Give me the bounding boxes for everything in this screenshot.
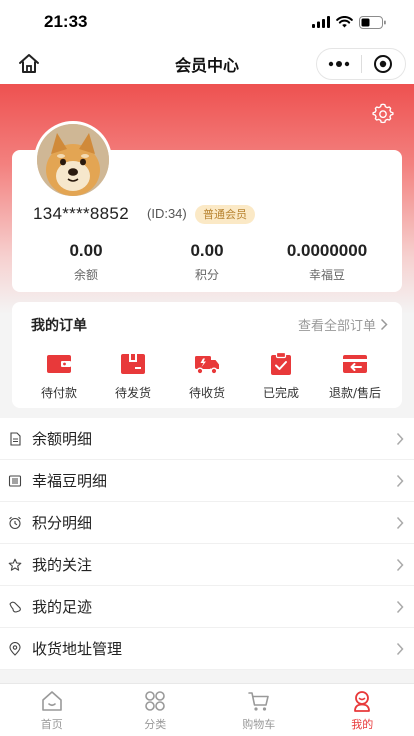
wallet-icon: [47, 355, 71, 373]
location-pin-icon: [9, 641, 21, 656]
tab-cart[interactable]: 购物车: [207, 684, 311, 736]
view-all-orders-link[interactable]: 查看全部订单: [298, 315, 388, 334]
alarm-clock-icon: [9, 516, 21, 529]
bottom-tab-bar: 首页 分类 购物车 我的: [0, 683, 414, 736]
menu-item-balance-detail[interactable]: 余额明细: [0, 418, 414, 460]
more-button[interactable]: [317, 49, 361, 79]
stat-balance[interactable]: 0.00 余额: [16, 241, 156, 283]
chevron-right-icon: [396, 642, 404, 656]
orders-title: 我的订单: [31, 318, 87, 334]
member-level-badge: 普通会员: [195, 205, 255, 224]
order-label: 退款/售后: [328, 386, 382, 400]
stat-value: 0.00: [190, 241, 224, 260]
home-icon: [41, 691, 62, 711]
menu-label: 积分明细: [32, 514, 93, 532]
dog-avatar-image: [37, 124, 109, 196]
menu-item-address-management[interactable]: 收货地址管理: [0, 628, 414, 670]
order-pending-receipt[interactable]: 待收货: [168, 352, 246, 401]
menu-label: 余额明细: [32, 430, 93, 448]
order-refund-aftersales[interactable]: 退款/售后: [316, 352, 394, 401]
stat-label: 余额: [73, 268, 98, 282]
tab-home[interactable]: 首页: [0, 684, 104, 736]
mini-program-capsule: [316, 48, 406, 80]
document-icon: [10, 431, 21, 446]
profile-icon: [354, 691, 371, 712]
star-icon: [8, 558, 22, 571]
cart-icon: [247, 692, 269, 711]
stat-happy-beans[interactable]: 0.0000000 幸福豆: [257, 241, 397, 283]
home-icon[interactable]: [16, 51, 42, 77]
tab-label: 首页: [40, 718, 63, 731]
settings-gear-icon[interactable]: [372, 103, 394, 125]
my-orders-card: 我的订单 查看全部订单 待付款 待发货 待收货 已完成 退款/售后: [12, 302, 402, 408]
order-pending-payment[interactable]: 待付款: [20, 352, 98, 401]
tab-category[interactable]: 分类: [104, 684, 208, 736]
menu-list: 余额明细 幸福豆明细 积分明细 我的关注 我的足迹 收货地址管理: [0, 418, 414, 670]
wifi-icon: [336, 16, 353, 28]
battery-icon: [359, 15, 386, 29]
status-time: 21:33: [44, 12, 88, 31]
truck-icon: [195, 356, 219, 375]
stat-label: 积分: [194, 268, 219, 282]
stat-value: 0.00: [69, 241, 103, 260]
chevron-right-icon: [380, 318, 388, 331]
order-label: 待付款: [40, 386, 77, 400]
package-icon: [121, 354, 145, 374]
tab-label: 我的: [351, 718, 374, 731]
menu-label: 幸福豆明细: [32, 472, 108, 490]
status-icons: [312, 15, 386, 29]
order-pending-shipment[interactable]: 待发货: [94, 352, 172, 401]
clipboard-check-icon: [271, 352, 291, 375]
order-completed[interactable]: 已完成: [242, 352, 320, 401]
chevron-right-icon: [396, 600, 404, 614]
close-miniprogram-button[interactable]: [362, 49, 406, 79]
signal-icon: [312, 16, 330, 28]
more-dots-icon: [328, 61, 349, 67]
menu-item-points-detail[interactable]: 积分明细: [0, 502, 414, 544]
tab-mine[interactable]: 我的: [311, 684, 414, 736]
tab-label: 购物车: [242, 718, 276, 731]
nav-bar: 会员中心: [0, 44, 414, 84]
chevron-right-icon: [396, 474, 404, 488]
chevron-right-icon: [396, 432, 404, 446]
return-icon: [343, 355, 367, 373]
stat-label: 幸福豆: [308, 268, 345, 282]
tab-label: 分类: [144, 718, 167, 731]
target-icon: [374, 55, 393, 73]
stat-value: 0.0000000: [286, 241, 368, 260]
chevron-right-icon: [396, 516, 404, 530]
view-all-orders-label: 查看全部订单: [297, 319, 376, 334]
page-title: 会员中心: [174, 56, 239, 75]
menu-item-my-footprints[interactable]: 我的足迹: [0, 586, 414, 628]
chevron-right-icon: [396, 558, 404, 572]
menu-item-my-follows[interactable]: 我的关注: [0, 544, 414, 586]
avatar[interactable]: [34, 121, 112, 199]
menu-item-happy-beans-detail[interactable]: 幸福豆明细: [0, 460, 414, 502]
list-icon: [8, 474, 22, 487]
grid-icon: [145, 691, 166, 711]
menu-label: 收货地址管理: [32, 640, 123, 658]
user-id: (ID:34): [147, 206, 187, 221]
menu-label: 我的足迹: [32, 598, 93, 616]
user-phone: 134****8852: [33, 204, 129, 223]
order-label: 已完成: [262, 386, 299, 400]
stat-points[interactable]: 0.00 积分: [137, 241, 277, 283]
footprint-icon: [9, 601, 21, 613]
status-bar: 21:33: [0, 0, 414, 44]
order-label: 待收货: [188, 386, 225, 400]
order-label: 待发货: [114, 386, 151, 400]
menu-label: 我的关注: [32, 556, 93, 574]
